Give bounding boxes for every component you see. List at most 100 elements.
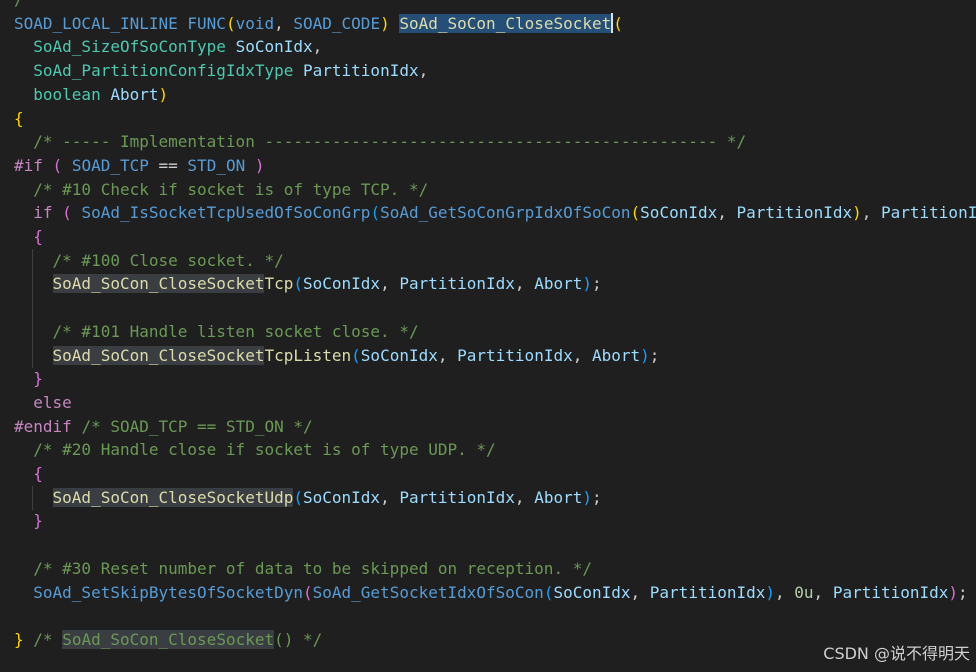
indent-guide [32,319,34,344]
code-token: , [514,274,535,294]
code-token: PartitionI [881,203,976,223]
code-token: , [514,487,535,507]
code-line[interactable] [14,604,976,628]
code-token: /* SOAD_TCP == STD_ON */ [81,416,313,436]
code-line[interactable]: if ( SoAd_IsSocketTcpUsedOfSoConGrp(SoAd… [14,201,976,225]
code-line[interactable] [14,533,976,557]
code-token: PartitionIdx [649,582,766,602]
code-token: Abort [534,487,583,507]
code-token: ( [370,203,381,223]
code-token: == [148,155,188,175]
code-token: ( [293,487,303,507]
code-token: void [235,13,275,33]
code-token: SoConIdx [303,274,381,294]
code-token: PartitionIdx [736,203,853,223]
indent-guide [32,485,34,510]
code-token: , [437,345,458,365]
code-line[interactable]: /* #101 Handle listen socket close. */ [14,319,976,344]
code-line[interactable]: boolean Abort) [14,83,976,107]
code-token: , [717,203,737,223]
code-line[interactable]: { [14,107,976,131]
code-token: ( [52,155,63,175]
code-token: SoAd_SizeOfSoConType [33,37,226,57]
code-token: SOAD_TCP [71,155,149,175]
code-token: TcpListen [264,345,352,365]
code-token: /* #30 Reset number of data to be skippe… [33,558,592,578]
code-line[interactable]: SOAD_LOCAL_INLINE FUNC(void, SOAD_CODE) … [14,12,976,36]
code-line[interactable]: #if ( SOAD_TCP == STD_ON ) [14,154,976,178]
code-line[interactable]: /* #30 Reset number of data to be skippe… [14,557,976,581]
code-line[interactable]: /* ----- Implementation ----------------… [14,130,976,154]
indent-guide [32,248,34,273]
code-token: Tcp [264,274,294,294]
code-line[interactable]: SoAd_SoCon_CloseSocketTcp(SoConIdx, Part… [14,272,976,297]
code-token: ) [158,84,169,104]
code-editor[interactable]: /SOAD_LOCAL_INLINE FUNC(void, SOAD_CODE)… [0,0,976,672]
code-token: #endif [14,416,72,436]
code-token: ( [225,13,236,33]
code-line[interactable]: /* #20 Handle close if socket is of type… [14,438,976,462]
code-token: SoAd_SoCon_CloseSocket [52,274,265,294]
code-token: boolean [33,84,101,104]
code-token: ) [852,203,862,223]
code-line[interactable]: else [14,391,976,415]
code-token: SoConIdx [303,487,381,507]
code-line[interactable]: { [14,462,976,486]
code-token: Abort [591,345,641,365]
code-token: , [630,582,650,602]
indent-guide [32,343,34,368]
code-line[interactable]: SoAd_SizeOfSoConType SoConIdx, [14,35,976,59]
code-token: SoAd_GetSocketIdxOfSoCon [312,582,544,602]
code-token: ) [640,345,650,365]
code-line[interactable]: SoAd_SoCon_CloseSocketUdp(SoConIdx, Part… [14,485,976,510]
code-line[interactable]: { [14,225,976,249]
code-token: SoConIdx [553,582,631,602]
code-line[interactable]: / [14,0,976,12]
code-line[interactable]: SoAd_SoCon_CloseSocketTcpListen(SoConIdx… [14,343,976,368]
code-token: /* #20 Handle close if socket is of type… [33,440,496,460]
code-line[interactable]: SoAd_SetSkipBytesOfSocketDyn(SoAd_GetSoc… [14,581,976,605]
code-token: /* #101 Handle listen socket close. */ [52,321,419,341]
code-line[interactable]: SoAd_PartitionConfigIdxType PartitionIdx… [14,59,976,83]
code-token: /* #10 Check if socket is of type TCP. *… [33,179,429,199]
code-line[interactable]: } [14,509,976,533]
code-line[interactable]: } [14,367,976,391]
code-token: SOAD_CODE [293,13,381,33]
code-token: ) [765,582,776,602]
code-token: PartitionIdx [457,345,573,365]
code-line[interactable]: /* #10 Check if socket is of type TCP. *… [14,178,976,202]
code-line[interactable] [14,296,976,321]
code-line[interactable]: #endif /* SOAD_TCP == STD_ON */ [14,415,976,439]
code-token: PartitionIdx [832,582,949,602]
code-token: ; [592,274,602,294]
code-token: , [861,203,881,223]
code-token: , [380,487,400,507]
code-token: #if [14,155,43,175]
code-line[interactable]: /* #100 Close socket. */ [14,248,976,273]
code-token: SOAD_LOCAL_INLINE [14,13,178,33]
code-token: STD_ON [187,155,246,175]
code-token: SoAd_PartitionConfigIdxType [33,61,294,81]
code-token: SoAd_SoCon_CloseSocket [62,629,275,649]
